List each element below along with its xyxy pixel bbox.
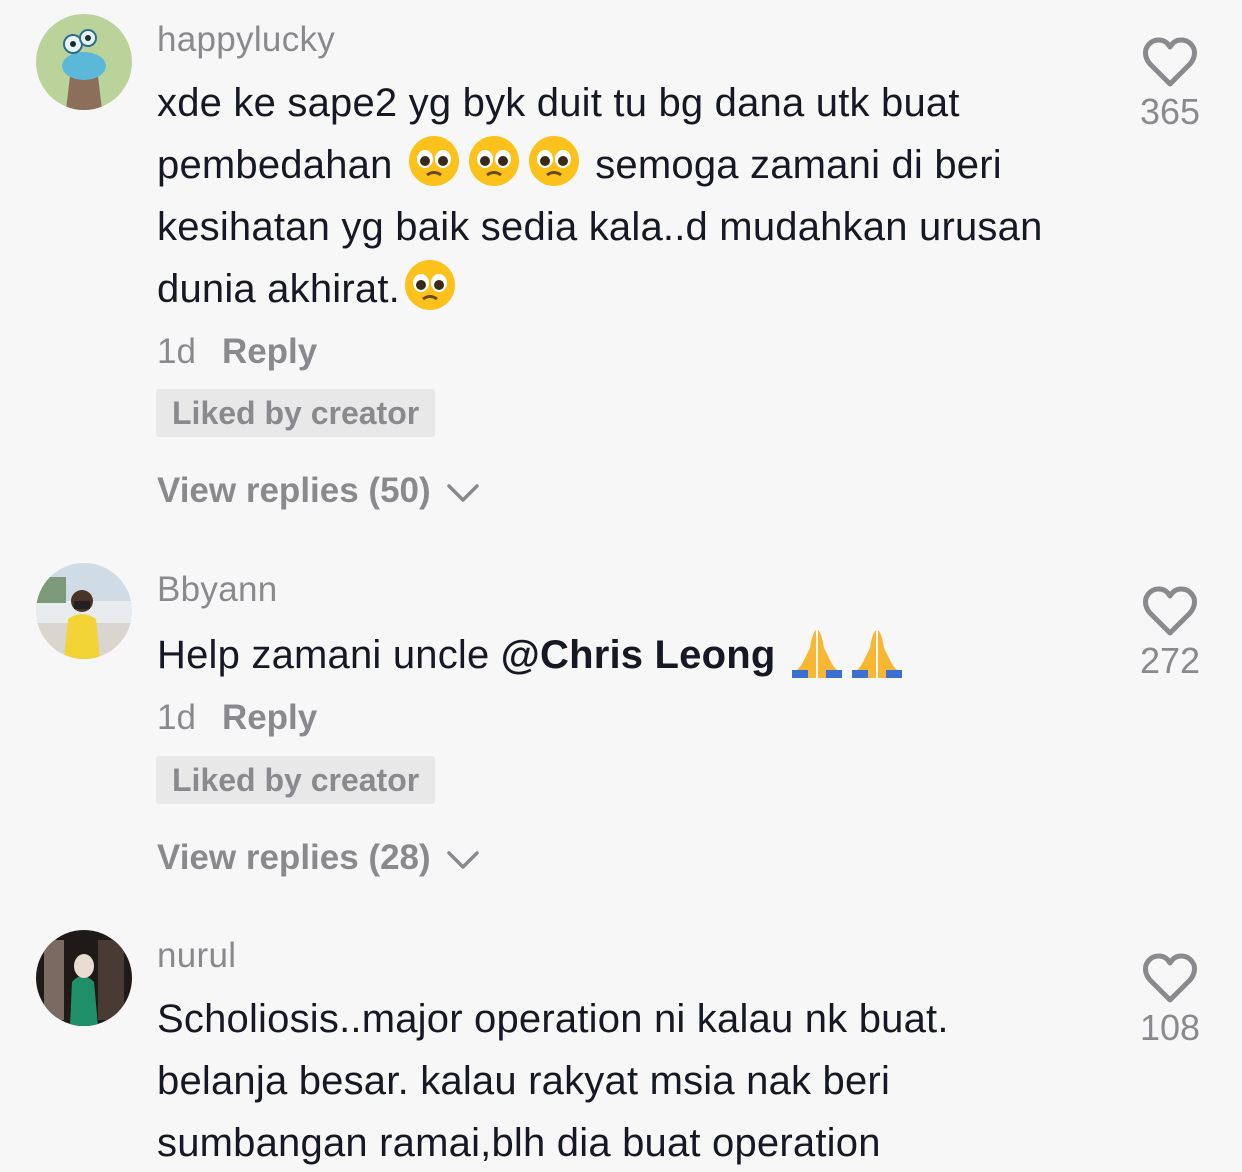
avatar[interactable] <box>36 14 132 110</box>
pleading-face-emoji <box>467 134 521 188</box>
comment-text: Scholiosis..major operation ni kalau nk … <box>157 997 949 1165</box>
liked-by-creator-badge: Liked by creator <box>156 389 436 437</box>
folded-hands-emoji <box>790 624 844 678</box>
avatar-image <box>36 563 132 659</box>
comment-timestamp: 1d <box>157 698 196 737</box>
avatar-image <box>36 930 132 1026</box>
reply-button[interactable]: Reply <box>222 332 317 371</box>
comment-timestamp: 1d <box>157 332 196 371</box>
view-replies-label: View replies (50) <box>157 471 431 510</box>
view-replies-button[interactable]: View replies (50) <box>157 471 480 511</box>
like-control[interactable]: 365 <box>1130 36 1210 132</box>
pleading-face-emoji <box>407 134 461 188</box>
mention-link[interactable]: @Chris Leong <box>501 633 776 677</box>
avatar[interactable] <box>36 563 132 659</box>
heart-outline-icon[interactable] <box>1142 36 1198 88</box>
comment-text: Help zamani uncle @Chris Leong <box>157 624 1097 686</box>
comment-username[interactable]: nurul <box>157 936 236 976</box>
comment-username[interactable]: happylucky <box>157 20 335 60</box>
comment-text: xde ke sape2 yg byk duit tu bg dana utk … <box>157 72 1097 320</box>
folded-hands-emoji <box>850 624 904 678</box>
comment-meta: 1d Reply <box>157 332 317 372</box>
pleading-face-emoji <box>527 134 581 188</box>
avatar-image <box>36 14 132 110</box>
reply-button[interactable]: Reply <box>222 698 317 737</box>
chevron-down-icon <box>447 484 480 502</box>
heart-outline-icon[interactable] <box>1142 952 1198 1004</box>
pleading-face-emoji <box>403 258 457 312</box>
like-control[interactable]: 272 <box>1130 585 1210 681</box>
like-count: 365 <box>1139 91 1201 132</box>
comment-username[interactable]: Bbyann <box>157 570 278 610</box>
avatar[interactable] <box>36 930 132 1026</box>
like-count: 272 <box>1139 640 1201 681</box>
chevron-down-icon <box>447 851 480 869</box>
like-count: 108 <box>1139 1007 1201 1048</box>
liked-by-creator-badge: Liked by creator <box>156 756 436 804</box>
comment-meta: 1d Reply <box>157 698 317 738</box>
comments-screen: happylucky xde ke sape2 yg byk duit tu b… <box>0 0 1242 1172</box>
heart-outline-icon[interactable] <box>1142 585 1198 637</box>
view-replies-button[interactable]: View replies (28) <box>157 838 480 878</box>
comment-text-part: Help zamani uncle <box>157 633 501 677</box>
view-replies-label: View replies (28) <box>157 838 431 877</box>
like-control[interactable]: 108 <box>1130 952 1210 1048</box>
